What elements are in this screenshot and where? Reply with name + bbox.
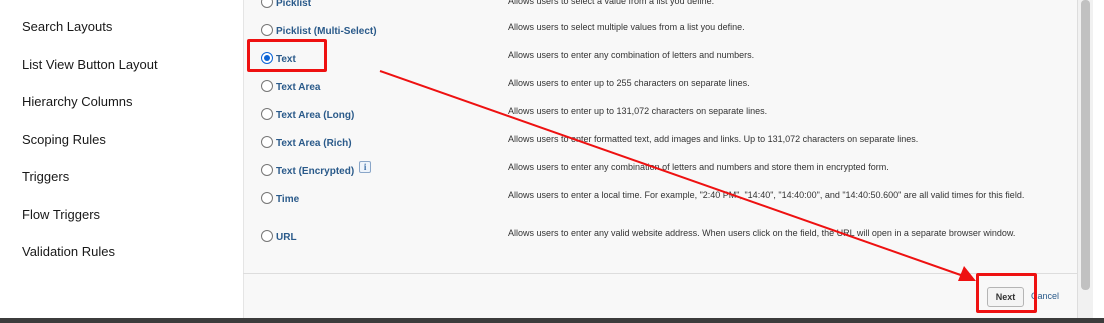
field-type-option-text-area-long[interactable]: Text Area (Long)	[261, 107, 354, 121]
field-type-label: Picklist (Multi-Select)	[276, 26, 377, 37]
sidebar-item-scoping-rules[interactable]: Scoping Rules	[22, 132, 106, 147]
radio-picklist-multi-select[interactable]	[261, 24, 273, 36]
field-type-description: Allows users to enter any valid website …	[508, 228, 1016, 238]
radio-text-encrypted[interactable]	[261, 164, 273, 176]
setup-sidebar: Search Layouts List View Button Layout H…	[0, 0, 243, 318]
window-bottom-edge	[0, 318, 1104, 323]
field-type-description: Allows users to enter up to 131,072 char…	[508, 106, 768, 116]
sidebar-item-flow-triggers[interactable]: Flow Triggers	[22, 207, 100, 222]
field-type-description: Allows users to select multiple values f…	[508, 22, 745, 32]
sidebar-item-triggers[interactable]: Triggers	[22, 169, 69, 184]
info-icon[interactable]: i	[359, 161, 372, 173]
vertical-scrollbar[interactable]	[1078, 0, 1093, 318]
field-type-label: Text	[276, 54, 296, 65]
field-type-label: Text Area	[276, 82, 321, 93]
field-type-option-text[interactable]: Text	[261, 51, 296, 65]
radio-text-area-long[interactable]	[261, 108, 273, 120]
field-type-label: Time	[276, 194, 300, 205]
next-button[interactable]: Next	[987, 287, 1024, 307]
field-type-description: Allows users to enter any combination of…	[508, 50, 755, 60]
field-type-option-text-encrypted[interactable]: Text (Encrypted) i	[261, 161, 372, 177]
field-type-label: Text Area (Long)	[276, 110, 355, 121]
field-type-option-picklist[interactable]: Picklist	[261, 0, 311, 9]
cancel-link[interactable]: Cancel	[1031, 291, 1059, 301]
footer-divider	[243, 273, 1078, 274]
sidebar-item-search-layouts[interactable]: Search Layouts	[22, 19, 112, 34]
field-type-description: Allows users to enter any combination of…	[508, 162, 889, 172]
field-type-label: Text (Encrypted)	[276, 166, 355, 177]
sidebar-item-hierarchy-columns[interactable]: Hierarchy Columns	[22, 94, 133, 109]
field-type-description: Allows users to enter a local time. For …	[508, 190, 1025, 200]
field-type-option-picklist-multi-select[interactable]: Picklist (Multi-Select)	[261, 23, 377, 37]
field-type-label: Picklist	[276, 0, 312, 9]
field-type-option-text-area[interactable]: Text Area	[261, 79, 320, 93]
radio-text-selected[interactable]	[261, 52, 273, 64]
field-type-label: Text Area (Rich)	[276, 138, 352, 149]
radio-picklist[interactable]	[261, 0, 273, 8]
radio-text-area[interactable]	[261, 80, 273, 92]
scrollbar-thumb[interactable]	[1081, 0, 1090, 290]
field-type-description: Allows users to enter formatted text, ad…	[508, 134, 919, 144]
field-type-option-url[interactable]: URL	[261, 229, 297, 243]
field-type-label: URL	[276, 232, 297, 243]
field-type-option-text-area-rich[interactable]: Text Area (Rich)	[261, 135, 352, 149]
radio-time[interactable]	[261, 192, 273, 204]
sidebar-item-list-view-button-layout[interactable]: List View Button Layout	[22, 57, 158, 72]
radio-text-area-rich[interactable]	[261, 136, 273, 148]
field-type-description: Allows users to select a value from a li…	[508, 0, 715, 6]
field-type-description: Allows users to enter up to 255 characte…	[508, 78, 750, 88]
radio-url[interactable]	[261, 230, 273, 242]
sidebar-item-validation-rules[interactable]: Validation Rules	[22, 244, 115, 259]
field-type-option-time[interactable]: Time	[261, 191, 299, 205]
